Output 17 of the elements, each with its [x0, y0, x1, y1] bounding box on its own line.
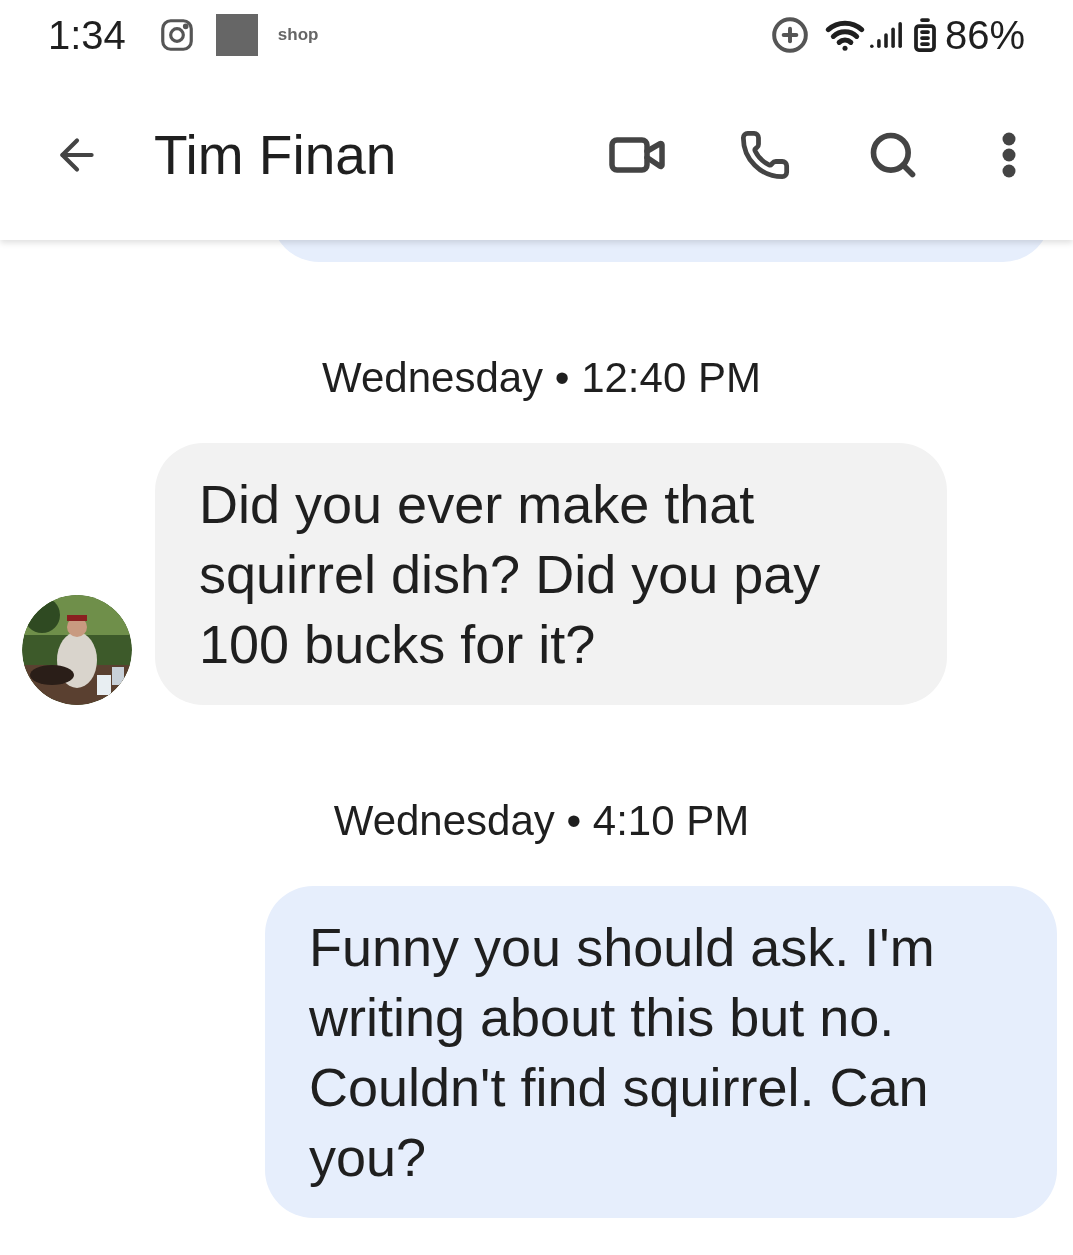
data-saver-icon — [770, 16, 809, 54]
message-text: Couldn't find squirrel. Can — [309, 1056, 930, 1119]
timestamp: Wednesday • 4:10 PM — [332, 796, 750, 846]
message-text: writing about this but no. — [309, 986, 896, 1049]
contact-name: Tim Finan — [154, 122, 397, 188]
battery-percent: 86% — [944, 12, 1025, 59]
notification-icon — [215, 14, 258, 56]
message-text: Did you ever make that — [199, 473, 756, 536]
message-text: Funny you should ask. I'm — [309, 916, 936, 979]
notification-text: shop — [277, 24, 319, 47]
message-text: you? — [309, 1126, 428, 1189]
timestamp: Wednesday • 12:40 PM — [321, 353, 761, 403]
message-text: squirrel dish? Did you pay — [199, 543, 822, 606]
more-options-icon — [1002, 132, 1016, 178]
message-text: 100 bucks for it? — [199, 613, 597, 676]
status-time: 1:34 — [48, 12, 126, 59]
phone-icon — [739, 129, 791, 181]
